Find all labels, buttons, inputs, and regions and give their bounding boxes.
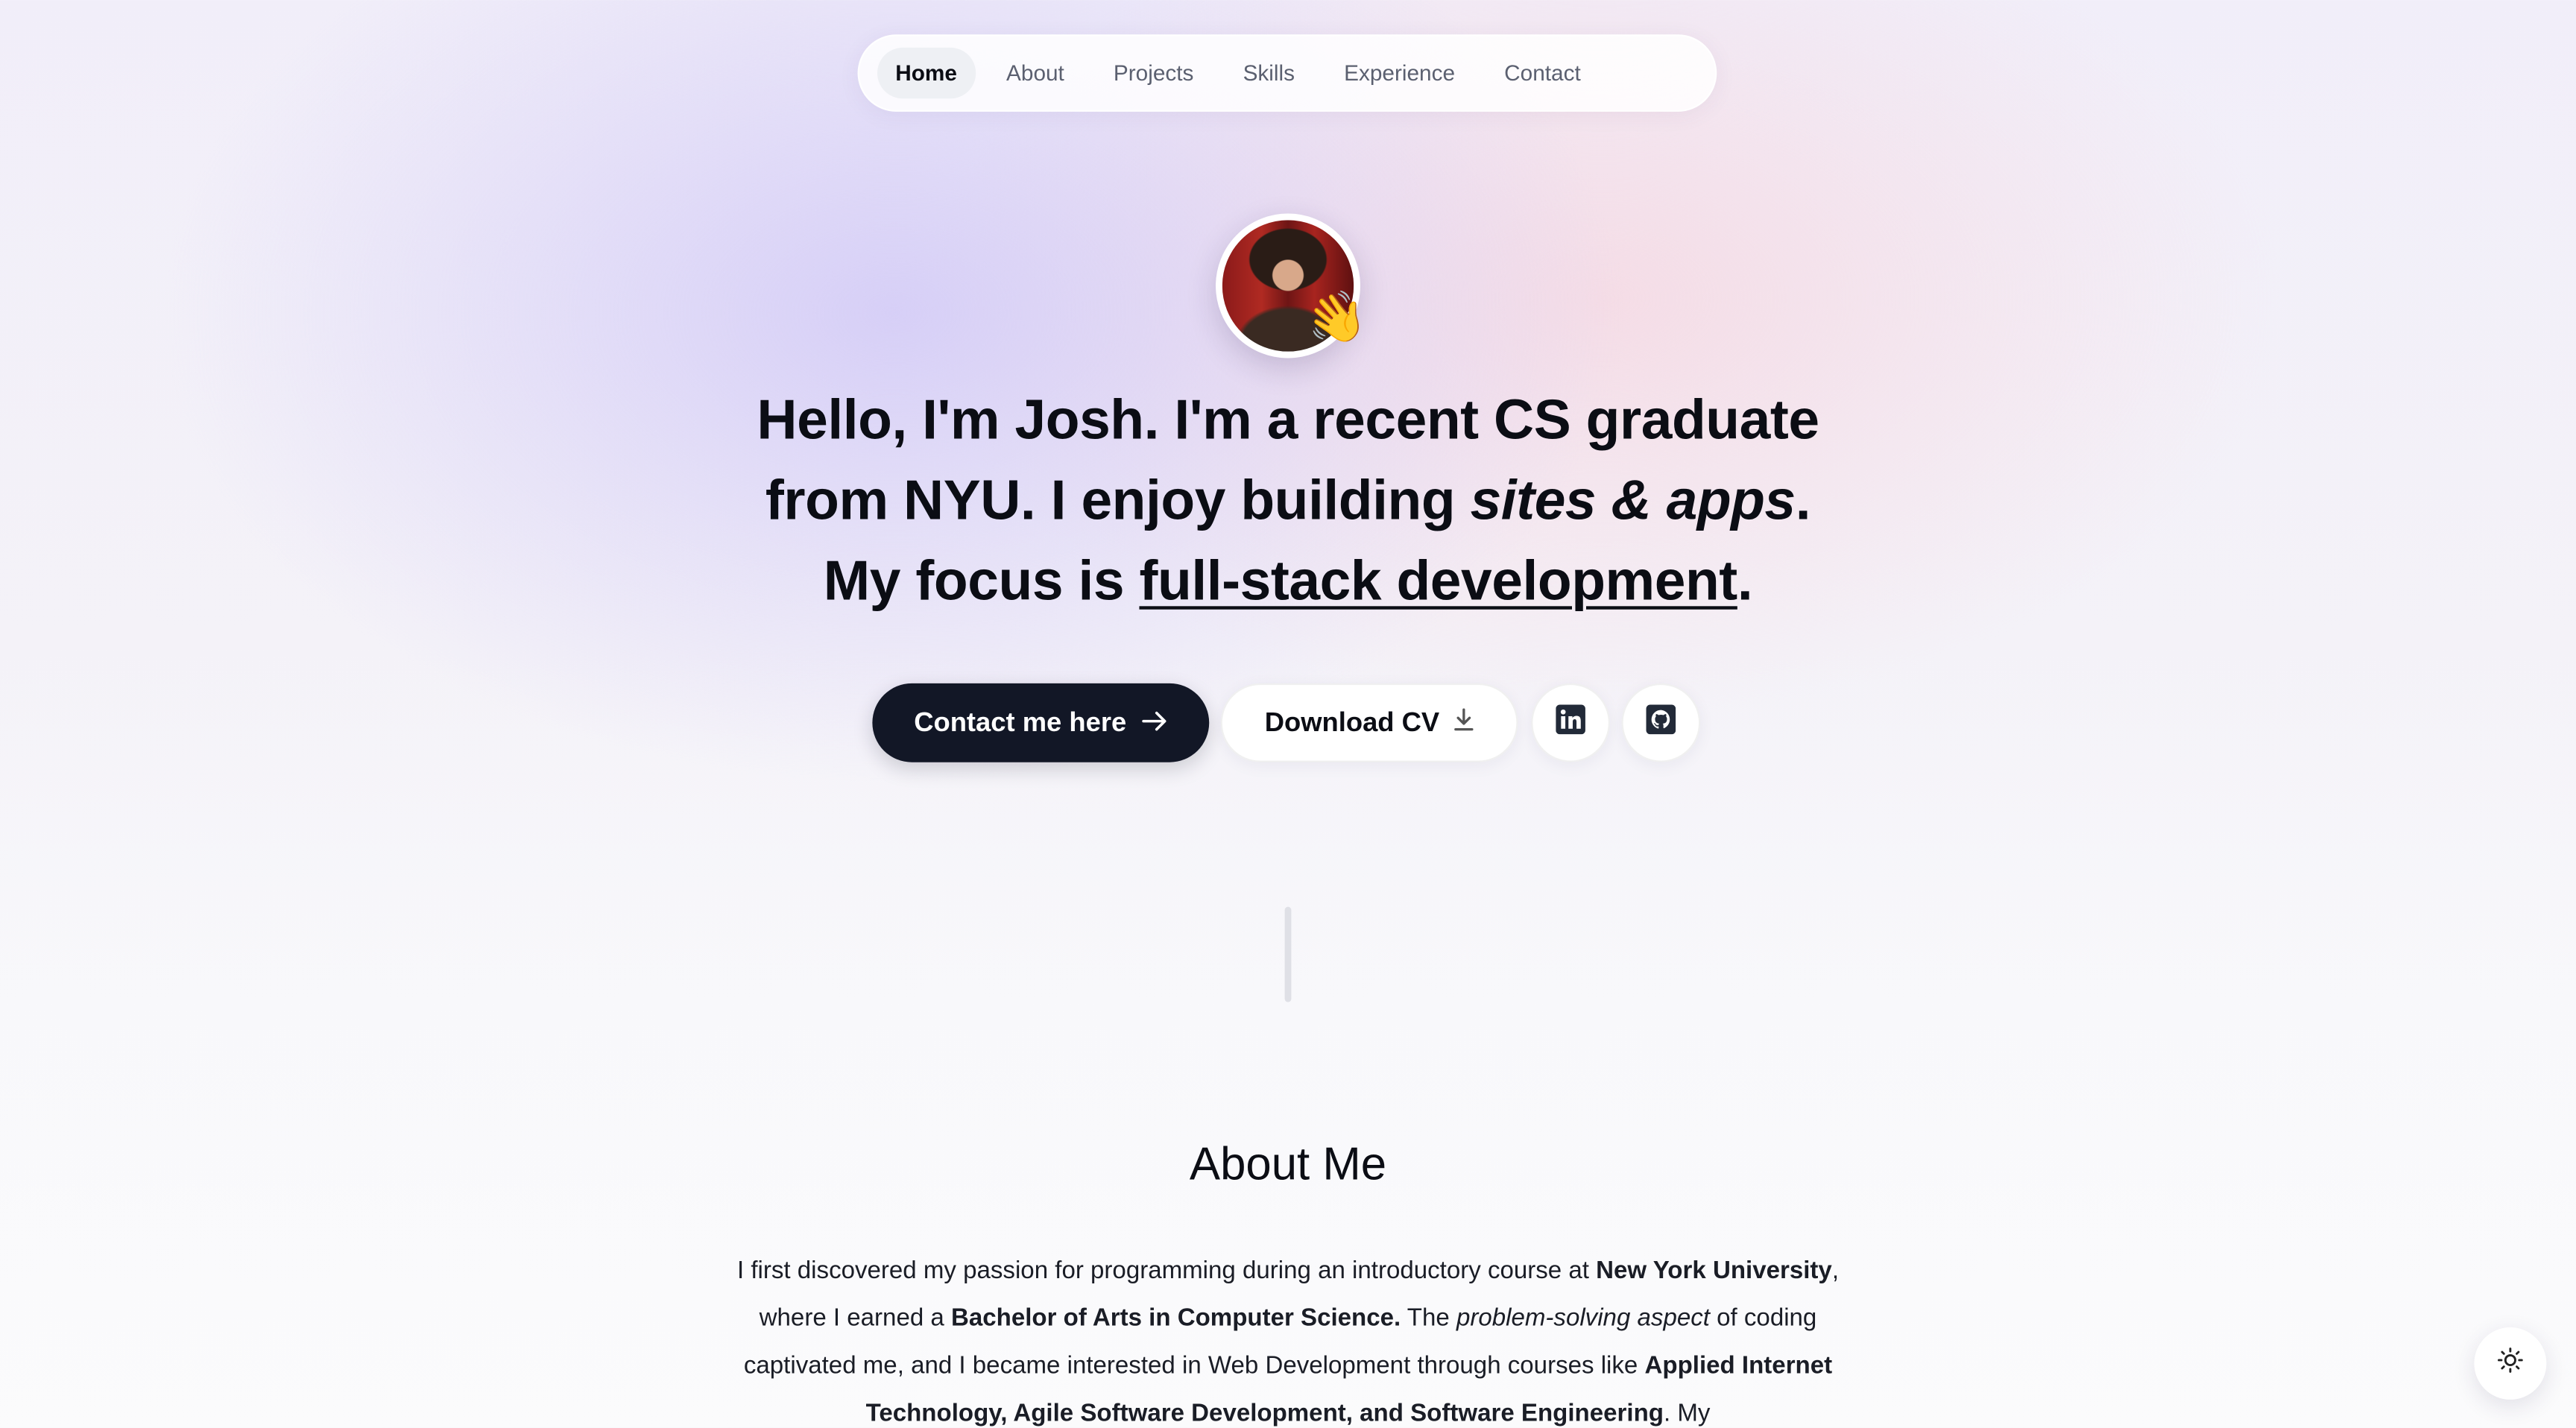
github-button[interactable] xyxy=(1621,683,1701,762)
nav-home[interactable]: Home xyxy=(877,47,976,99)
headline-text-2: I enjoy building xyxy=(1035,470,1471,533)
about-degree: Bachelor of Arts in Computer Science. xyxy=(951,1304,1401,1333)
nav-about[interactable]: About xyxy=(988,48,1082,98)
nav-contact[interactable]: Contact xyxy=(1486,48,1599,98)
about-text-3: The xyxy=(1401,1304,1456,1333)
hero-headline: Hello, I'm Josh. I'm a recent CS graduat… xyxy=(723,381,1853,622)
github-icon xyxy=(1646,704,1676,742)
scroll-divider xyxy=(1284,906,1292,1002)
about-title: About Me xyxy=(1189,1138,1387,1190)
headline-focus: full-stack development xyxy=(1139,550,1737,613)
theme-toggle-button[interactable] xyxy=(2474,1327,2547,1400)
about-text: I first discovered my passion for progra… xyxy=(736,1247,1840,1428)
linkedin-icon xyxy=(1556,704,1585,742)
sun-icon xyxy=(2497,1346,2523,1380)
about-aspect: problem-solving aspect xyxy=(1456,1304,1710,1333)
download-cv-label: Download CV xyxy=(1264,707,1440,737)
contact-button-label: Contact me here xyxy=(914,707,1127,737)
download-icon xyxy=(1454,707,1474,739)
about-text-1: I first discovered my passion for progra… xyxy=(736,1257,1597,1285)
linkedin-button[interactable] xyxy=(1531,683,1611,762)
nav-projects[interactable]: Projects xyxy=(1096,48,1212,98)
headline-building: sites & apps xyxy=(1470,470,1796,533)
nav-skills[interactable]: Skills xyxy=(1225,48,1313,98)
contact-button[interactable]: Contact me here xyxy=(872,683,1210,762)
about-text-5: . My xyxy=(1663,1399,1711,1428)
arrow-right-icon xyxy=(1141,707,1167,739)
top-navigation: Home About Projects Skills Experience Co… xyxy=(857,34,1717,112)
about-school: New York University xyxy=(1596,1257,1832,1285)
waving-hand-emoji: 👋 xyxy=(1301,286,1373,353)
nav-experience[interactable]: Experience xyxy=(1326,48,1473,98)
headline-greeting: Hello, I'm Josh. xyxy=(757,389,1160,452)
headline-text-1: I'm a xyxy=(1159,389,1313,452)
headline-text-4: . xyxy=(1737,550,1753,613)
download-cv-button[interactable]: Download CV xyxy=(1220,683,1518,762)
